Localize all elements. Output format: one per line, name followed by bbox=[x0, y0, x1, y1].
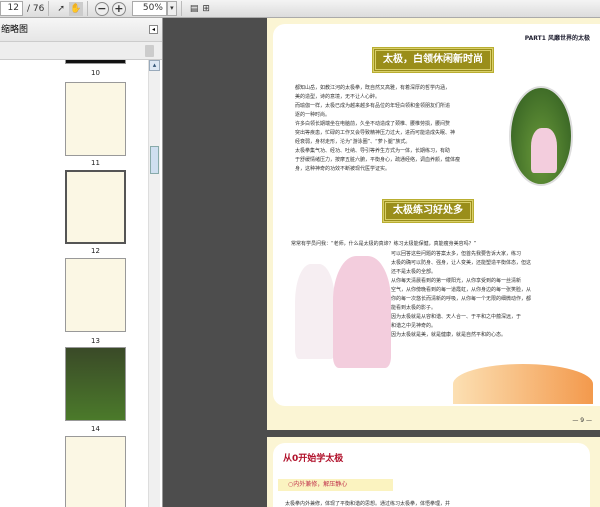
part-header: PART1 风靡世界的太极 bbox=[524, 35, 590, 42]
text-line: 逐的一种时尚。 bbox=[295, 112, 331, 118]
thumbnail-10[interactable] bbox=[65, 60, 126, 64]
page-number: — 9 — bbox=[572, 417, 592, 424]
thumbnail-12[interactable] bbox=[65, 170, 126, 244]
thumbnail-scrollbar[interactable]: ▴ bbox=[148, 60, 160, 507]
zoom-dropdown[interactable]: ▾ bbox=[166, 1, 177, 16]
page-content: 从0开始学太极 ○内外兼修，解压静心 太极拳内外兼修，体现了平衡和谐的思想。通过… bbox=[273, 443, 590, 507]
text-line: 空气，从你傍晚看到的每一道霞虹，从你身边的每一张笑脸，从 bbox=[391, 287, 532, 293]
panel-toolbar bbox=[0, 42, 162, 60]
text-line: 而瑜伽一样，太极已成为越来越多有品位的年轻白领和金领朋友们所追 bbox=[295, 103, 451, 109]
zoom-input[interactable]: 50% bbox=[131, 1, 167, 16]
scrollbar-thumb[interactable] bbox=[150, 146, 159, 174]
section-banner: 太极，白领休闲新时尚 bbox=[372, 47, 494, 73]
divider bbox=[48, 1, 50, 16]
fit-width-icon[interactable]: ⊞ bbox=[202, 2, 210, 16]
divider bbox=[86, 1, 88, 16]
thumbnail-13[interactable] bbox=[65, 258, 126, 332]
pdf-page-10: 从0开始学太极 ○内外兼修，解压静心 太极拳内外兼修，体现了平衡和谐的思想。通过… bbox=[267, 437, 600, 507]
thumbnail-label: 12 bbox=[91, 247, 100, 255]
fit-page-icon[interactable]: ▤ bbox=[190, 2, 199, 16]
zoom-out-button[interactable]: − bbox=[94, 1, 109, 16]
intro-text: 常常有学员问我：“老师，什么是太极的真谛？练习太极能保健，真能瘦身美容吗？” bbox=[291, 241, 477, 247]
pdf-page-9: PART1 风靡世界的太极 太极，白领休闲新时尚 都知山岳，如教江河的太极拳，既… bbox=[267, 18, 600, 430]
text-line: 许多白领长期端坐在电脑前，久坐不动造成了颈椎、腰椎劳损，腰间赘 bbox=[295, 121, 451, 127]
text-line: 因为太极就是从容和谐、天人合一、于平和之中蕴深远，于 bbox=[391, 314, 522, 320]
text-line: 太极的确可以防身、强身，让人变美，还能塑造平衡体态，但这 bbox=[391, 260, 532, 266]
thumbnail-list: 10 11 12 13 14 bbox=[0, 60, 148, 507]
text-line: 突出等疾患，忙碌的工作又会导致精神压力过大，进而可能造成失眠、神 bbox=[295, 130, 456, 136]
thumbnail-11[interactable] bbox=[65, 82, 126, 156]
toolbar: 12 / 76 ➚ ✋ − + 50% ▾ ▤ ⊞ bbox=[0, 0, 600, 18]
figure-photo bbox=[295, 264, 335, 359]
section-banner: 太极练习好处多 bbox=[382, 199, 474, 223]
text-line: 还不是太极的全部。 bbox=[391, 269, 437, 275]
city-illustration bbox=[453, 364, 593, 404]
hand-tool-icon[interactable]: ✋ bbox=[68, 1, 83, 16]
thumbnail-label: 11 bbox=[91, 159, 100, 167]
thumbnail-14[interactable] bbox=[65, 347, 126, 421]
text-line: 太极拳集气功、经功、吐纳、导引等养生方式为一体，长期练习，有助 bbox=[295, 148, 451, 154]
scroll-up-button[interactable]: ▴ bbox=[149, 60, 160, 71]
page-content: PART1 风靡世界的太极 太极，白领休闲新时尚 都知山岳，如教江河的太极拳，既… bbox=[273, 24, 600, 406]
text-line: 因为太极就是美，就是健康，就是自然平和的心态。 bbox=[391, 332, 507, 338]
text-line: 可以回答这些问题的答案太多，但首先我要告诉大家，练习 bbox=[391, 251, 522, 257]
divider bbox=[180, 1, 182, 16]
thumbnail-label: 14 bbox=[91, 425, 100, 433]
text-line: 美的造型，诗的意境，无不让人心醉。 bbox=[295, 94, 381, 100]
text-line: 经衰弱，身材走形，沦为“游泳圈”、“萝卜腿”族式。 bbox=[295, 139, 411, 145]
text-line: 从你每天清晨看到的第一缕阳光，从你享受到的每一丝清新 bbox=[391, 278, 522, 284]
section-subtitle: ○内外兼修，解压静心 bbox=[278, 479, 393, 491]
paragraph: 太极拳内外兼修，体现了平衡和谐的思想。通过练习太极拳，体悟拳理，并 bbox=[285, 501, 451, 507]
text-line: 能看到太极的影子。 bbox=[391, 305, 437, 311]
zoom-in-button[interactable]: + bbox=[111, 1, 126, 16]
trash-icon[interactable] bbox=[145, 45, 154, 57]
paragraph-block: 都知山岳，如教江河的太极拳，既自然又高雅，有着深厚的哲学内涵， 美的造型，诗的意境… bbox=[295, 84, 505, 174]
thumbnail-label: 13 bbox=[91, 337, 100, 345]
total-pages: / 76 bbox=[27, 3, 45, 14]
select-tool-icon[interactable]: ➚ bbox=[57, 2, 65, 16]
tai-chi-photo bbox=[509, 86, 573, 186]
figure-photo bbox=[333, 256, 391, 368]
text-line: 你的每一次悠长而清新的呼吸，从你每一个无限的细微动作，都 bbox=[391, 296, 532, 302]
page-number-input[interactable]: 12 bbox=[0, 1, 23, 16]
collapse-panel-button[interactable]: ◂ bbox=[149, 25, 158, 34]
text-line: 和谐之中见神奇的。 bbox=[391, 323, 437, 329]
thumbnail-15[interactable] bbox=[65, 436, 126, 507]
panel-header: 缩略图 ◂ bbox=[0, 18, 162, 42]
text-line: 身，这种神奇的功效不断被现代医学证实。 bbox=[295, 166, 391, 172]
thumbnails-panel: 缩略图 ◂ 10 11 12 13 14 ▴ bbox=[0, 18, 163, 507]
panel-title: 缩略图 bbox=[1, 25, 29, 35]
chapter-title: 从0开始学太极 bbox=[283, 454, 344, 464]
text-line: 于舒缓情绪压力，按摩五脏六腑，平衡身心，疏通经络，调血养颜，健体瘦 bbox=[295, 157, 461, 163]
text-line: 都知山岳，如教江河的太极拳，既自然又高雅，有着深厚的哲学内涵， bbox=[295, 85, 451, 91]
thumbnail-label: 10 bbox=[91, 69, 100, 77]
paragraph-block: 可以回答这些问题的答案太多，但首先我要告诉大家，练习太极的确可以防身、强身，让人… bbox=[391, 250, 581, 340]
